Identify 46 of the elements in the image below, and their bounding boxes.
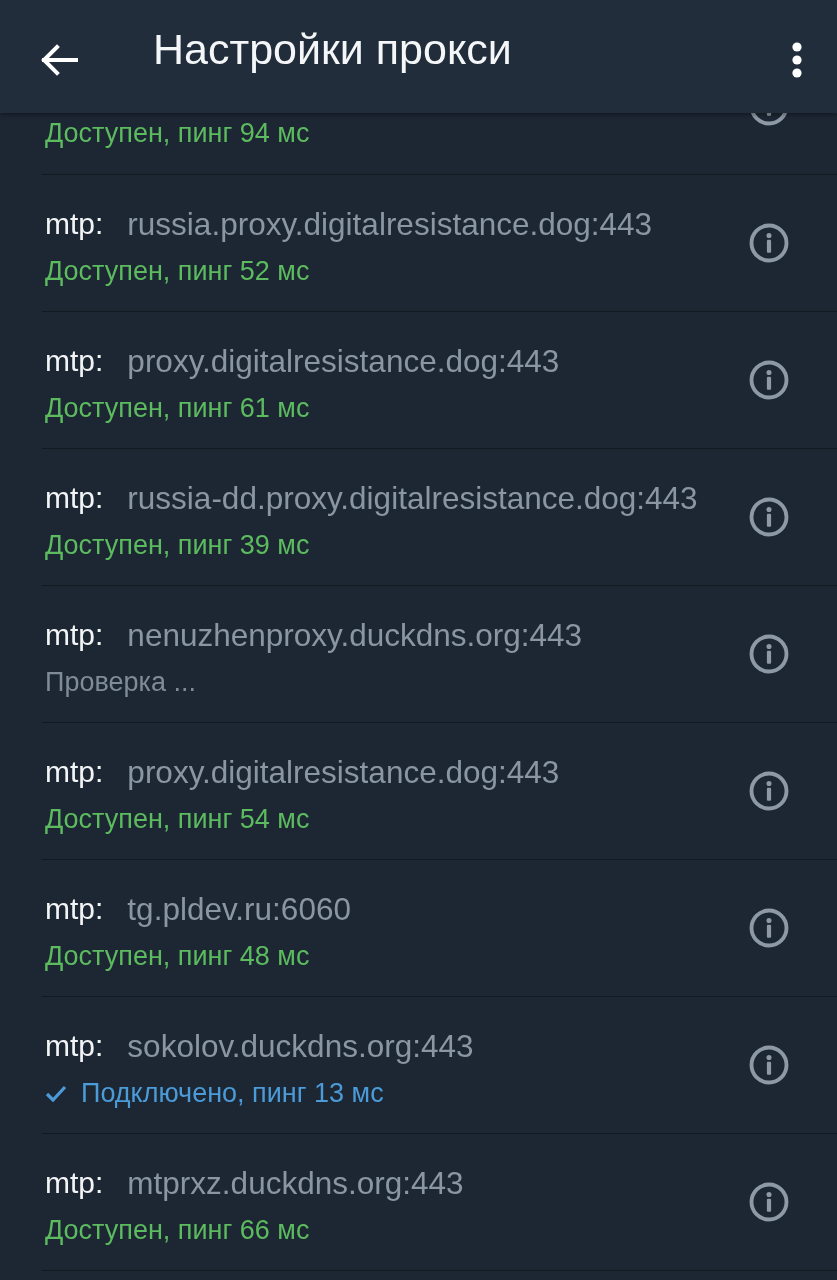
proxy-address: russia.proxy.digitalresistance.dog:443 [127,206,653,242]
protocol-label: mtp: [45,617,104,653]
info-button[interactable] [748,222,790,264]
info-icon [748,770,790,812]
proxy-status: Доступен, пинг 39 мс [45,529,310,562]
protocol-label: mtp: [45,1165,104,1201]
info-icon [748,496,790,538]
info-icon [748,222,790,264]
info-icon [748,359,790,401]
proxy-address: tg.pldev.ru:6060 [127,891,351,927]
proxy-address: proxy.digitalresistance.dog:443 [127,343,560,379]
proxy-address: mtprxz.duckdns.org:443 [127,1165,464,1201]
proxy-address: russia-dd.proxy.digitalresistance.dog:443 [127,480,698,516]
info-icon [748,1181,790,1223]
info-button[interactable] [748,907,790,949]
protocol-label: mtp: [45,343,104,379]
proxy-status: Доступен, пинг 52 мс [45,255,310,288]
screen-title: Настройки прокси [153,23,512,74]
back-button[interactable] [40,43,78,76]
proxy-status: Подключено, пинг 13 мс [81,1077,384,1110]
info-icon[interactable] [748,113,790,127]
info-icon [748,633,790,675]
proxy-address: nenuzhenproxy.duckdns.org:443 [127,617,583,653]
check-icon [45,1084,67,1102]
protocol-label: mtp: [45,480,104,516]
proxy-status: Доступен, пинг 48 мс [45,940,310,973]
info-button[interactable] [748,1044,790,1086]
proxy-address: proxy.digitalresistance.dog:443 [127,754,560,790]
info-button[interactable] [748,770,790,812]
back-arrow-icon [40,43,78,76]
info-icon [748,907,790,949]
protocol-label: mtp: [45,206,104,242]
proxy-status: Доступен, пинг 54 мс [45,803,310,836]
info-button[interactable] [748,1181,790,1223]
info-button[interactable] [748,633,790,675]
proxy-status: Доступен, пинг 61 мс [45,392,310,425]
proxy-status: Проверка ... [45,666,196,699]
protocol-label: mtp: [45,1028,104,1064]
proxy-address: sokolov.duckdns.org:443 [127,1028,474,1064]
proxy-status: Доступен, пинг 94 мс [45,117,310,150]
protocol-label: mtp: [45,891,104,927]
info-icon [748,1044,790,1086]
proxy-status: Доступен, пинг 66 мс [45,1214,310,1247]
info-button[interactable] [748,496,790,538]
protocol-label: mtp: [45,754,104,790]
info-button[interactable] [748,359,790,401]
